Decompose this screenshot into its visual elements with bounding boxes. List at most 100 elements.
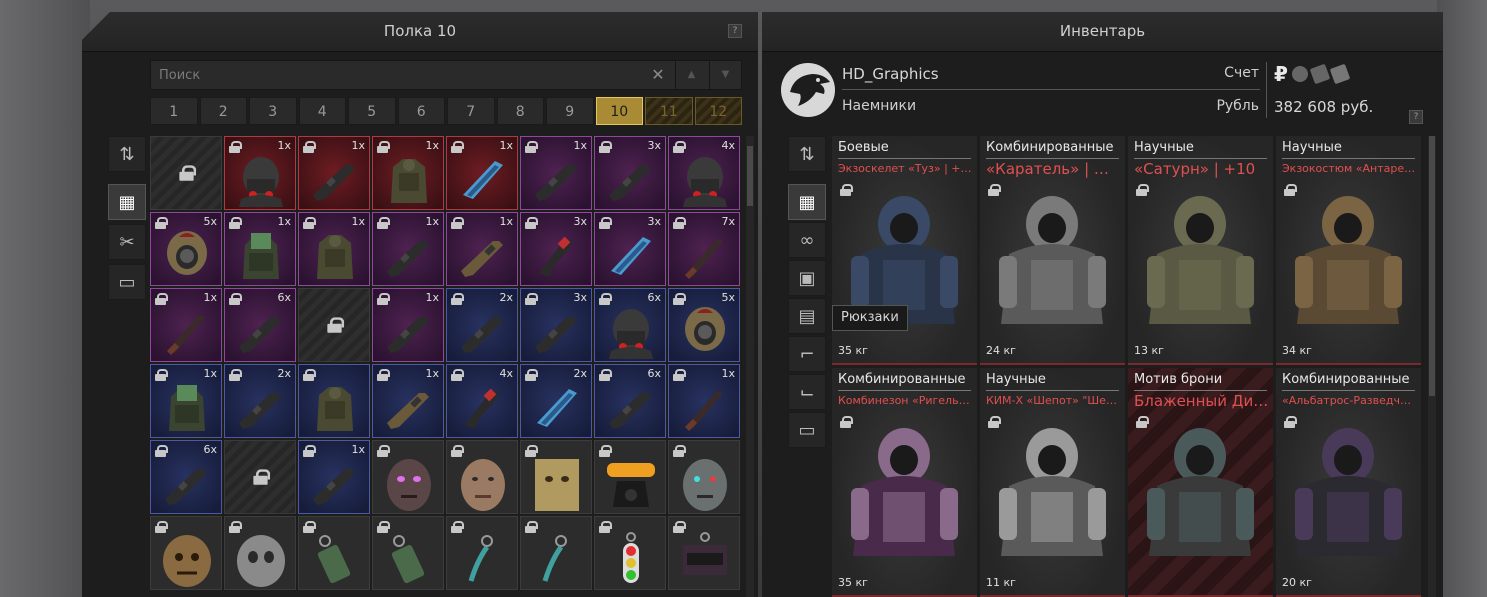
- shelf-item-slot[interactable]: 3x: [594, 136, 666, 210]
- shelf-item-slot[interactable]: 6x: [594, 288, 666, 362]
- armor-card[interactable]: Научные «Сатурн» | +10 13 кг: [1128, 136, 1273, 365]
- shelf-item-slot[interactable]: 1x: [298, 136, 370, 210]
- shelf-item-slot[interactable]: [372, 440, 444, 514]
- shelf-item-slot[interactable]: [224, 440, 296, 514]
- shelf-search-input[interactable]: [151, 61, 675, 89]
- shelf-item-slot[interactable]: 5x: [150, 212, 222, 286]
- charm-teal-item-icon: [468, 535, 493, 582]
- page-tab-7[interactable]: 7: [447, 97, 495, 125]
- shelf-item-slot[interactable]: 6x: [224, 288, 296, 362]
- box-icon[interactable]: ▭: [788, 412, 826, 448]
- shelf-item-slot[interactable]: [594, 440, 666, 514]
- shelf-item-slot[interactable]: [150, 136, 222, 210]
- shelf-item-slot[interactable]: 7x: [668, 212, 740, 286]
- inventory-help-button[interactable]: ?: [1409, 110, 1423, 124]
- shelf-item-slot[interactable]: 2x: [446, 288, 518, 362]
- page-tab-11[interactable]: 11: [645, 97, 693, 125]
- page-tab-3[interactable]: 3: [249, 97, 297, 125]
- shelf-scroll-thumb[interactable]: [747, 146, 753, 206]
- token-icon[interactable]: [1309, 63, 1331, 85]
- armor-category: Комбинированные: [986, 140, 1114, 155]
- armor-card[interactable]: Комбинированные «Альбатрос-Разведчик... 20…: [1276, 368, 1421, 597]
- pistol-icon[interactable]: ⌙: [788, 374, 826, 410]
- shelf-item-slot[interactable]: 3x: [594, 212, 666, 286]
- page-tab-1[interactable]: 1: [150, 97, 198, 125]
- shelf-item-slot[interactable]: [668, 440, 740, 514]
- shelf-item-slot[interactable]: [298, 516, 370, 590]
- page-tab-6[interactable]: 6: [397, 97, 445, 125]
- shelf-item-slot[interactable]: 1x: [150, 364, 222, 438]
- shelf-item-slot[interactable]: [298, 364, 370, 438]
- shelf-item-slot[interactable]: 1x: [372, 364, 444, 438]
- shelf-item-slot[interactable]: 1x: [372, 136, 444, 210]
- rifle-icon[interactable]: ⌐: [788, 336, 826, 372]
- box-icon[interactable]: ▭: [108, 264, 146, 300]
- shelf-item-slot[interactable]: 1x: [298, 212, 370, 286]
- shelf-item-slot[interactable]: 4x: [446, 364, 518, 438]
- grid-icon[interactable]: ▦: [108, 184, 146, 220]
- page-tab-10[interactable]: 10: [595, 97, 643, 125]
- lock-icon: [179, 165, 197, 181]
- shelf-item-slot[interactable]: [594, 516, 666, 590]
- vest-icon[interactable]: ▣: [788, 260, 826, 296]
- shelf-item-slot[interactable]: 2x: [520, 364, 592, 438]
- inventory-scroll-thumb[interactable]: [1429, 136, 1435, 396]
- shelf-item-slot[interactable]: 6x: [150, 440, 222, 514]
- shelf-item-slot[interactable]: 5x: [668, 288, 740, 362]
- shelf-item-slot[interactable]: 1x: [224, 136, 296, 210]
- shelf-item-slot[interactable]: [668, 516, 740, 590]
- sort-down-button[interactable]: ▼: [709, 61, 741, 89]
- armor-weight: 11 кг: [986, 576, 1016, 589]
- link-icon[interactable]: ∞: [788, 222, 826, 258]
- page-tab-4[interactable]: 4: [298, 97, 346, 125]
- backpack-icon[interactable]: ▤: [788, 298, 826, 334]
- shelf-item-slot[interactable]: [372, 516, 444, 590]
- item-count: 6x: [203, 443, 217, 456]
- armor-card[interactable]: Научные Экзокостюм «Антарес»... 34 кг: [1276, 136, 1421, 365]
- shelf-help-button[interactable]: ?: [728, 24, 742, 38]
- shelf-scrollbar[interactable]: [746, 136, 754, 597]
- page-tab-12[interactable]: 12: [694, 97, 742, 125]
- inventory-scrollbar[interactable]: [1428, 136, 1436, 597]
- shelf-item-slot[interactable]: 3x: [520, 288, 592, 362]
- grid-icon[interactable]: ▦: [788, 184, 826, 220]
- shelf-item-slot[interactable]: 3x: [520, 212, 592, 286]
- shelf-item-slot[interactable]: 1x: [372, 212, 444, 286]
- category-divider: [1134, 390, 1267, 391]
- shelf-item-slot[interactable]: 1x: [150, 288, 222, 362]
- coin-icon[interactable]: [1291, 66, 1308, 82]
- armor-card[interactable]: Комбинированные Комбинезон «Ригель» | ...…: [832, 368, 977, 597]
- ticket-icon[interactable]: [1329, 63, 1351, 85]
- clear-search-icon[interactable]: ✕: [649, 66, 667, 84]
- sort-up-button[interactable]: ▲: [675, 61, 707, 89]
- shelf-item-slot[interactable]: 2x: [224, 364, 296, 438]
- page-tab-9[interactable]: 9: [546, 97, 594, 125]
- shelf-item-slot[interactable]: 1x: [224, 212, 296, 286]
- item-count: 3x: [647, 139, 661, 152]
- shelf-item-slot[interactable]: 1x: [520, 136, 592, 210]
- armor-card[interactable]: Научные КИМ-Х «Шепот» "Шепо... 11 кг: [980, 368, 1125, 597]
- shelf-item-slot[interactable]: [298, 288, 370, 362]
- shelf-item-slot[interactable]: 6x: [594, 364, 666, 438]
- shelf-item-slot[interactable]: [446, 516, 518, 590]
- sort-icon[interactable]: ⇅: [108, 136, 146, 172]
- shelf-item-slot[interactable]: 4x: [668, 136, 740, 210]
- sort-icon[interactable]: ⇅: [788, 136, 826, 172]
- page-tab-8[interactable]: 8: [496, 97, 544, 125]
- page-tab-5[interactable]: 5: [348, 97, 396, 125]
- ruble-icon[interactable]: ₽: [1274, 62, 1288, 86]
- shelf-item-slot[interactable]: 1x: [668, 364, 740, 438]
- armor-card[interactable]: Комбинированные «Каратель» | +15 24 кг: [980, 136, 1125, 365]
- armor-card[interactable]: Мотив брони Блаженный Диггер: [1128, 368, 1273, 597]
- shelf-item-slot[interactable]: 1x: [372, 288, 444, 362]
- page-tab-2[interactable]: 2: [199, 97, 247, 125]
- shelf-item-slot[interactable]: [520, 516, 592, 590]
- shelf-item-slot[interactable]: 1x: [446, 212, 518, 286]
- shelf-item-slot[interactable]: 1x: [298, 440, 370, 514]
- tools-icon[interactable]: ✂: [108, 224, 146, 260]
- shelf-item-slot[interactable]: 1x: [446, 136, 518, 210]
- shelf-item-slot[interactable]: [224, 516, 296, 590]
- shelf-item-slot[interactable]: [446, 440, 518, 514]
- shelf-item-slot[interactable]: [520, 440, 592, 514]
- shelf-item-slot[interactable]: [150, 516, 222, 590]
